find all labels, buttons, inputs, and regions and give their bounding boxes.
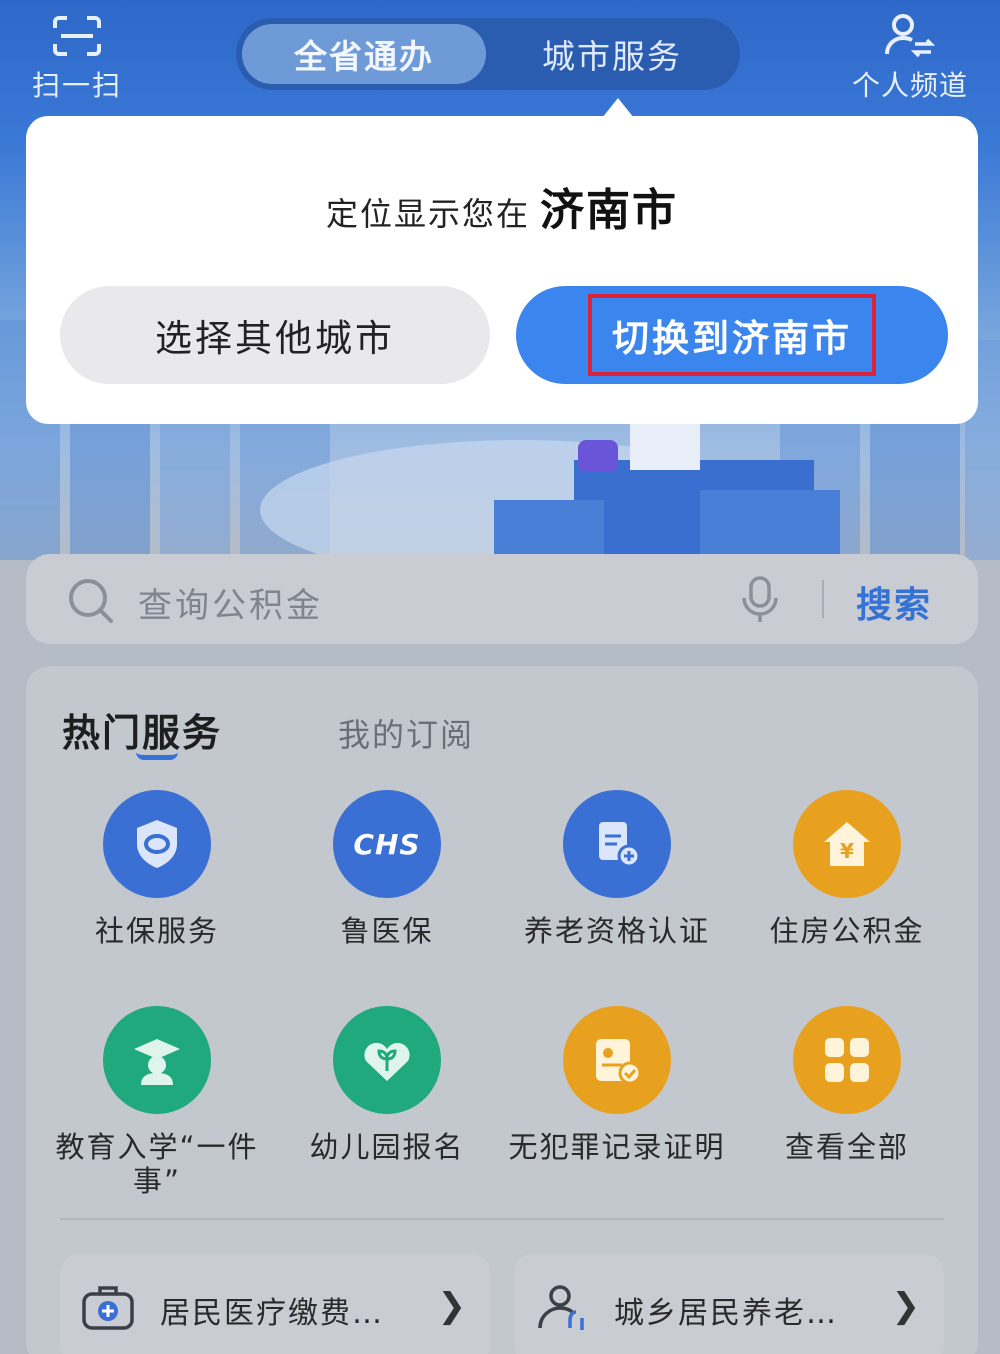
microphone-icon[interactable] — [736, 574, 784, 626]
certificate-check-icon — [563, 1006, 671, 1114]
service-label: 住房公积金 — [769, 914, 925, 948]
medical-kit-icon — [82, 1286, 134, 1330]
active-tab-indicator — [136, 752, 178, 760]
service-item-no-criminal-record[interactable]: 无犯罪记录证明 — [502, 1006, 732, 1164]
sprout-icon — [333, 1006, 441, 1114]
section-divider — [60, 1218, 944, 1220]
elderly-person-icon — [538, 1285, 584, 1330]
search-bar[interactable]: 查询公积金 搜索 — [26, 554, 978, 644]
personal-channel-label: 个人频道 — [851, 69, 968, 102]
tab-hot-services[interactable]: 热门服务 — [62, 702, 222, 757]
social-security-icon — [103, 790, 211, 898]
service-label: 鲁医保 — [340, 914, 434, 948]
switch-city-label: 切换到济南市 — [588, 294, 876, 376]
pension-certification-icon — [563, 790, 671, 898]
scan-button[interactable]: 扫一扫 — [22, 14, 132, 104]
location-message-prefix: 定位显示您在 — [325, 195, 530, 233]
service-item-social-security[interactable]: 社保服务 — [42, 790, 272, 948]
tab-province-wide[interactable]: 全省通办 — [242, 24, 486, 84]
service-item-pension-certification[interactable]: 养老资格认证 — [502, 790, 732, 948]
svg-text:¥: ¥ — [840, 839, 854, 863]
scope-segmented-control: 全省通办 城市服务 — [236, 18, 740, 90]
scan-icon — [53, 16, 101, 56]
service-item-kindergarten-registration[interactable]: 幼儿园报名 — [272, 1006, 502, 1164]
services-card: 热门服务 我的订阅 社保服务 CHS 鲁医保 养老资格认证 ¥ 住房公积金 教育… — [26, 666, 978, 1354]
quick-link-resident-medical-payment[interactable]: 居民医疗缴费… ❯ — [60, 1254, 490, 1354]
service-item-view-all[interactable]: 查看全部 — [732, 1006, 962, 1164]
search-divider — [822, 580, 824, 618]
graduate-cap-icon — [103, 1006, 211, 1114]
service-label: 养老资格认证 — [523, 914, 710, 948]
service-label: 查看全部 — [784, 1130, 909, 1164]
service-label: 幼儿园报名 — [309, 1130, 465, 1164]
user-switch-icon — [885, 14, 936, 58]
search-button[interactable]: 搜索 — [856, 576, 932, 628]
quick-link-urban-rural-pension[interactable]: 城乡居民养老… ❯ — [514, 1254, 944, 1354]
popup-pointer — [602, 98, 634, 118]
service-item-housing-fund[interactable]: ¥ 住房公积金 — [732, 790, 962, 948]
tab-my-subscriptions[interactable]: 我的订阅 — [338, 710, 474, 756]
scan-label: 扫一扫 — [31, 69, 122, 102]
quick-link-label: 居民医疗缴费… — [160, 1296, 384, 1331]
housing-fund-icon: ¥ — [793, 790, 901, 898]
grid-apps-icon — [793, 1006, 901, 1114]
service-item-lu-medical-insurance[interactable]: CHS 鲁医保 — [272, 790, 502, 948]
chevron-right-icon: ❯ — [891, 1286, 921, 1326]
chevron-right-icon: ❯ — [437, 1286, 467, 1326]
select-other-city-button[interactable]: 选择其他城市 — [60, 286, 490, 384]
search-input[interactable]: 查询公积金 — [138, 578, 323, 627]
location-message: 定位显示您在 济南市 — [26, 174, 978, 238]
chs-medical-insurance-icon: CHS — [333, 790, 441, 898]
switch-city-button[interactable]: 切换到济南市 — [516, 286, 948, 384]
located-city-name: 济南市 — [540, 185, 678, 236]
chs-logo-text: CHS — [353, 827, 421, 861]
search-icon — [69, 579, 113, 623]
service-label: 无犯罪记录证明 — [508, 1130, 726, 1164]
service-label: 社保服务 — [94, 914, 219, 948]
tab-city-services[interactable]: 城市服务 — [490, 24, 734, 84]
quick-link-label: 城乡居民养老… — [614, 1296, 838, 1331]
personal-channel-button[interactable]: 个人频道 — [840, 12, 980, 104]
location-switch-popup: 定位显示您在 济南市 选择其他城市 切换到济南市 — [26, 116, 978, 424]
service-item-education-enrollment[interactable]: 教育入学“一件事” — [42, 1006, 272, 1198]
service-label: 教育入学“一件事” — [55, 1130, 259, 1198]
